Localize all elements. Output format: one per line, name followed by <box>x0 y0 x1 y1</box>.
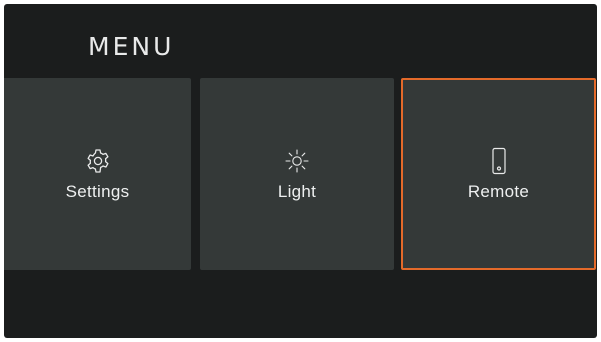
tile-label-settings: Settings <box>65 182 130 201</box>
phone-remote-icon <box>484 146 514 176</box>
tile-settings[interactable]: Settings <box>4 78 191 270</box>
tile-label-light: Light <box>277 182 317 201</box>
gear-icon <box>83 146 113 176</box>
menu-screen: MENU Settings Light Remote <box>4 4 597 338</box>
sun-icon <box>282 146 312 176</box>
page-title: MENU <box>88 32 175 61</box>
tile-light[interactable]: Light <box>200 78 394 270</box>
tile-remote[interactable]: Remote <box>401 78 596 270</box>
tile-label-remote: Remote <box>467 182 530 201</box>
